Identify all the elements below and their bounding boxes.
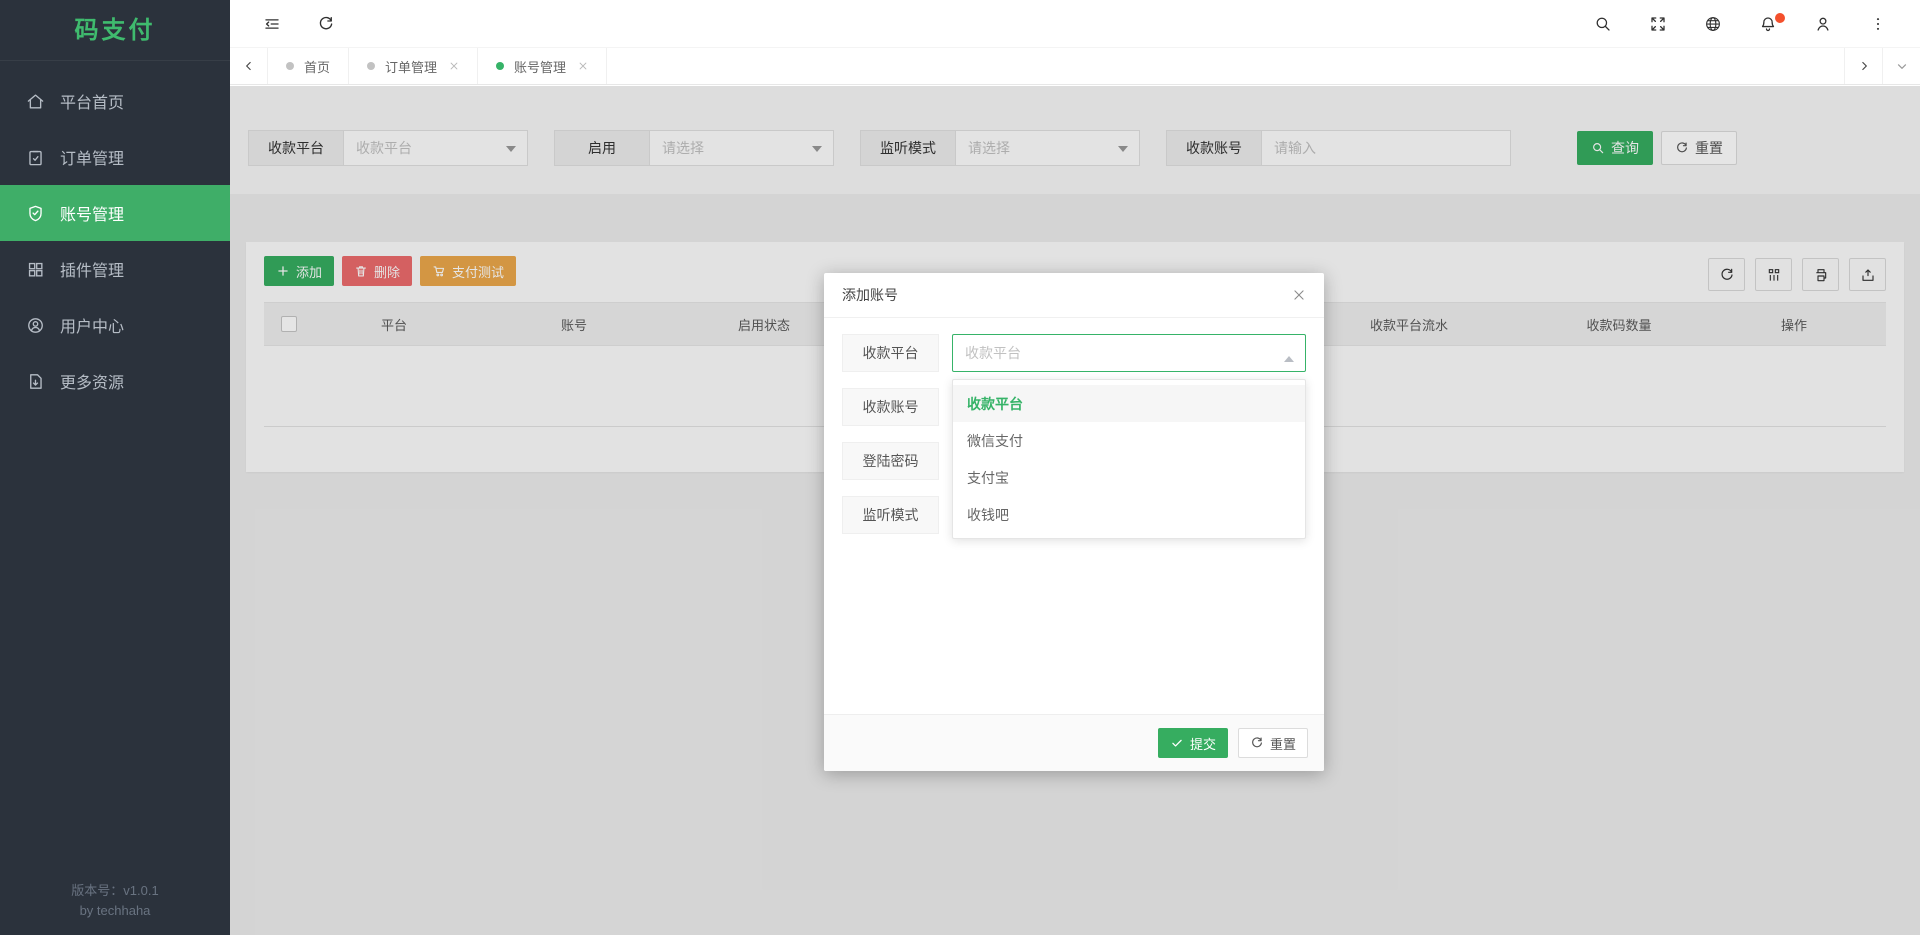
field-label: 收款平台 — [842, 334, 939, 372]
tab-orders[interactable]: 订单管理 — [349, 48, 478, 84]
search-icon[interactable] — [1583, 4, 1623, 44]
sidebar-item-home[interactable]: 平台首页 — [0, 73, 230, 129]
tabs-menu-button[interactable] — [1882, 48, 1920, 84]
tab-close-icon[interactable] — [449, 61, 459, 71]
platform-dropdown: 收款平台 微信支付 支付宝 收钱吧 — [952, 379, 1306, 539]
sidebar-item-user-center[interactable]: 用户中心 — [0, 297, 230, 353]
menu-collapse-icon[interactable] — [252, 4, 292, 44]
version-author: by techhaha — [0, 901, 230, 921]
content-area: 收款平台 收款平台 启用 请选择 监听模式 请选择 — [230, 86, 1920, 935]
sidebar-item-label: 账号管理 — [60, 201, 124, 225]
sidebar-item-plugins[interactable]: 插件管理 — [0, 241, 230, 297]
user-icon[interactable] — [1803, 4, 1843, 44]
version-info: 版本号：v1.0.1 by techhaha — [0, 881, 230, 921]
tab-close-icon[interactable] — [578, 61, 588, 71]
payment-platform-select[interactable] — [952, 334, 1306, 372]
clipboard-icon — [26, 148, 45, 167]
dropdown-option-shouqianba[interactable]: 收钱吧 — [953, 496, 1305, 533]
top-toolbar — [230, 0, 1920, 48]
field-label: 收款账号 — [842, 388, 939, 426]
globe-icon[interactable] — [1693, 4, 1733, 44]
add-account-modal: 添加账号 收款平台 收款账号 登陆密码 — [824, 273, 1324, 771]
notification-dot — [1775, 13, 1785, 23]
user-circle-icon — [26, 316, 45, 335]
sidebar-item-accounts[interactable]: 账号管理 — [0, 185, 230, 241]
tabbar-spacer — [607, 48, 1844, 84]
tab-status-dot — [496, 62, 504, 70]
tab-status-dot — [367, 62, 375, 70]
tab-label: 首页 — [304, 57, 330, 76]
tab-accounts[interactable]: 账号管理 — [478, 48, 607, 84]
dropdown-option-placeholder[interactable]: 收款平台 — [953, 385, 1305, 422]
field-label: 登陆密码 — [842, 442, 939, 480]
kebab-menu-icon[interactable] — [1858, 4, 1898, 44]
sidebar-item-label: 插件管理 — [60, 257, 124, 281]
sidebar-item-more-resources[interactable]: 更多资源 — [0, 353, 230, 409]
sidebar-item-label: 用户中心 — [60, 313, 124, 337]
toolbar-left — [252, 4, 346, 44]
bell-icon[interactable] — [1748, 4, 1788, 44]
sidebar-item-label: 更多资源 — [60, 369, 124, 393]
version-number: 版本号：v1.0.1 — [0, 881, 230, 901]
toolbar-right — [1583, 4, 1898, 44]
field-label: 监听模式 — [842, 496, 939, 534]
app-logo: 码支付 — [0, 0, 230, 61]
dropdown-option-wechat-pay[interactable]: 微信支付 — [953, 422, 1305, 459]
refresh-icon[interactable] — [306, 4, 346, 44]
dropdown-option-alipay[interactable]: 支付宝 — [953, 459, 1305, 496]
app-window: 码支付 平台首页 订单管理 账号管理 插件管理 用户中心 — [0, 0, 1920, 935]
sidebar-item-label: 平台首页 — [60, 89, 124, 113]
tab-label: 订单管理 — [385, 57, 437, 76]
sidebar: 码支付 平台首页 订单管理 账号管理 插件管理 用户中心 — [0, 0, 230, 935]
payment-platform-select-input[interactable] — [953, 345, 1305, 361]
modal-reset-button[interactable]: 重置 — [1238, 728, 1308, 758]
sidebar-item-label: 订单管理 — [60, 145, 124, 169]
sidebar-item-orders[interactable]: 订单管理 — [0, 129, 230, 185]
tab-label: 账号管理 — [514, 57, 566, 76]
modal-header: 添加账号 — [824, 273, 1324, 318]
submit-button[interactable]: 提交 — [1158, 728, 1228, 758]
modal-reset-button-label: 重置 — [1270, 734, 1296, 753]
modal-close-icon[interactable] — [1292, 288, 1306, 302]
tabs-scroll-right-button[interactable] — [1844, 48, 1882, 84]
grid-icon — [26, 260, 45, 279]
tab-home[interactable]: 首页 — [268, 48, 349, 84]
modal-footer: 提交 重置 — [824, 714, 1324, 771]
file-export-icon — [26, 372, 45, 391]
form-row-payment-platform: 收款平台 — [842, 334, 1306, 372]
modal-title: 添加账号 — [842, 285, 898, 305]
tab-bar: 首页 订单管理 账号管理 — [230, 48, 1920, 85]
tabs-scroll-left-button[interactable] — [230, 48, 268, 84]
shield-check-icon — [26, 204, 45, 223]
tab-status-dot — [286, 62, 294, 70]
main-area: 首页 订单管理 账号管理 收款平台 收 — [230, 0, 1920, 935]
chevron-up-icon — [1284, 351, 1294, 362]
submit-button-label: 提交 — [1190, 734, 1216, 753]
fullscreen-icon[interactable] — [1638, 4, 1678, 44]
home-icon — [26, 92, 45, 111]
sidebar-nav: 平台首页 订单管理 账号管理 插件管理 用户中心 更多资源 — [0, 61, 230, 409]
